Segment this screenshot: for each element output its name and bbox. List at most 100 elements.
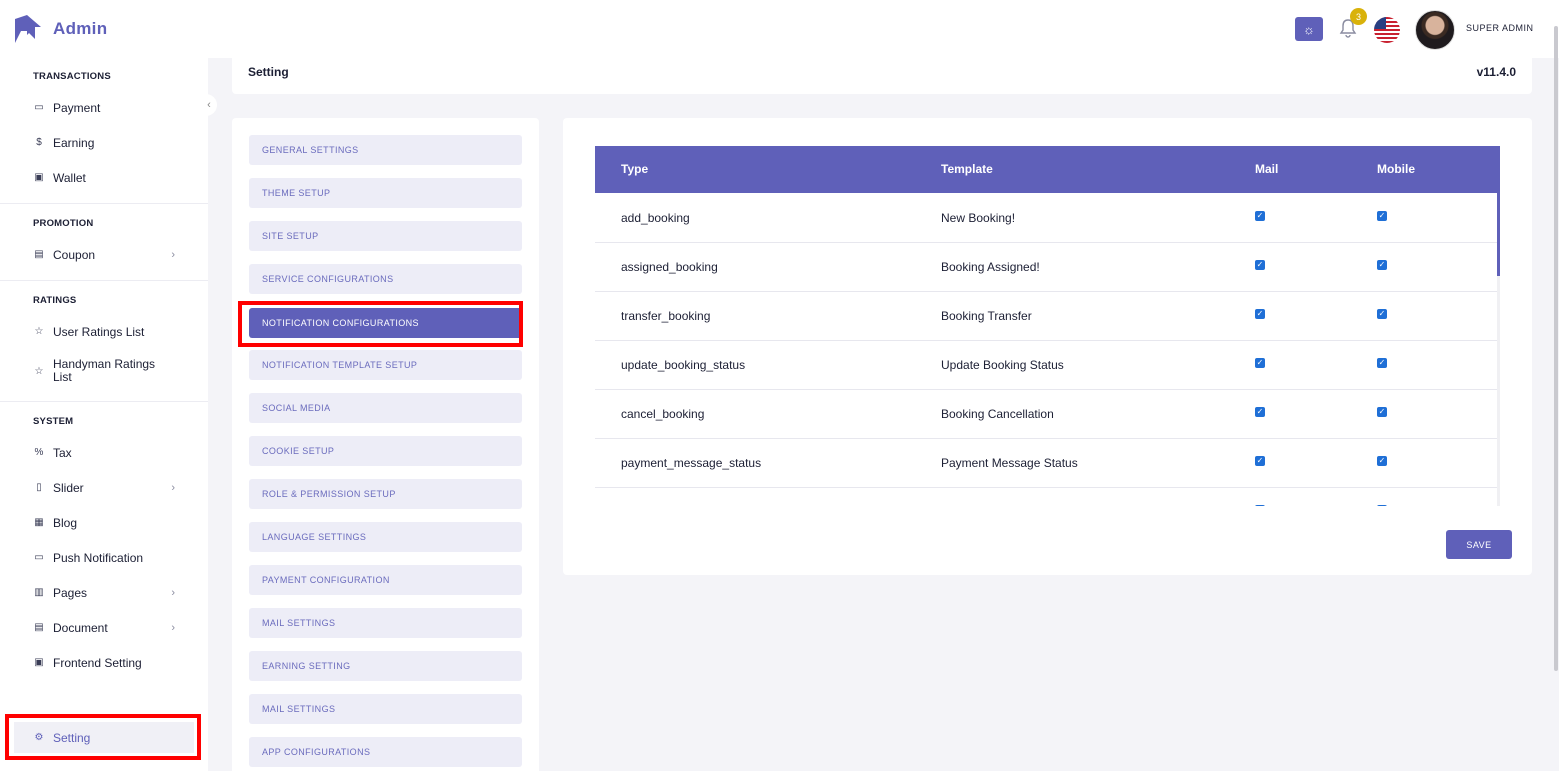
sidebar-item-label: Pages	[53, 585, 88, 600]
user-name[interactable]: SUPER ADMIN	[1466, 23, 1534, 33]
settings-menu-item[interactable]: EARNING SETTING	[249, 651, 522, 681]
type-cell: cancel_booking	[621, 407, 705, 421]
section-title: RATINGS	[33, 295, 77, 306]
notification-icon: ▭	[34, 552, 44, 563]
sidebar-item-push-notification[interactable]: ▭ Push Notification	[0, 540, 208, 575]
page-title: Setting	[248, 65, 289, 79]
sidebar-item-frontend-setting[interactable]: ▣ Frontend Setting	[0, 645, 208, 680]
scrollbar-thumb[interactable]	[1497, 146, 1500, 276]
mobile-checkbox[interactable]: ✓	[1377, 260, 1387, 270]
sidebar-item-label: Frontend Setting	[53, 655, 142, 670]
sidebar-collapse-button[interactable]: ‹	[201, 94, 217, 116]
settings-menu-item[interactable]: NOTIFICATION TEMPLATE SETUP	[249, 350, 522, 380]
settings-menu-item[interactable]: ROLE & PERMISSION SETUP	[249, 479, 522, 509]
sidebar-item-label: Earning	[53, 135, 95, 150]
breadcrumb: Setting v11.4.0	[232, 58, 1532, 94]
table-row-partial: ✓ ✓	[595, 488, 1497, 506]
sidebar-item-blog[interactable]: ▦ Blog	[0, 505, 208, 540]
flag-canton	[1374, 17, 1386, 29]
template-cell: Booking Cancellation	[941, 407, 1054, 421]
settings-menu-item[interactable]: GENERAL SETTINGS	[249, 135, 522, 165]
notification-table[interactable]: Type Template Mail Mobile add_booking Ne…	[595, 146, 1500, 506]
nav-section-system: SYSTEM % Tax ▯ Slider › ▦ Blog ▭ Push No…	[0, 401, 208, 688]
table-scrollbar[interactable]	[1497, 146, 1500, 506]
mobile-checkbox[interactable]: ✓	[1377, 505, 1387, 506]
dollar-icon: $	[36, 137, 42, 148]
star-icon: ☆	[34, 365, 44, 377]
sidebar-item-tax[interactable]: % Tax	[0, 435, 208, 470]
mail-checkbox[interactable]: ✓	[1255, 505, 1265, 506]
pages-icon: ▥	[34, 587, 44, 598]
sidebar-item-earning[interactable]: $ Earning	[0, 125, 208, 160]
mobile-checkbox[interactable]: ✓	[1377, 456, 1387, 466]
version-label: v11.4.0	[1476, 65, 1516, 79]
brand[interactable]: Admin	[0, 0, 208, 58]
mail-checkbox[interactable]: ✓	[1255, 407, 1265, 417]
type-cell: assigned_booking	[621, 260, 718, 274]
table-row: transfer_booking Booking Transfer ✓ ✓	[595, 292, 1497, 341]
sidebar-item-label: Tax	[53, 445, 72, 460]
mail-checkbox[interactable]: ✓	[1255, 211, 1265, 221]
nav-section-promotion: PROMOTION ▤ Coupon ›	[0, 203, 208, 280]
type-cell: add_booking	[621, 211, 690, 225]
notification-count-badge: 3	[1350, 8, 1367, 25]
highlight-box	[238, 301, 523, 347]
sidebar-item-pages[interactable]: ▥ Pages ›	[0, 575, 208, 610]
sidebar-item-slider[interactable]: ▯ Slider ›	[0, 470, 208, 505]
mobile-checkbox[interactable]: ✓	[1377, 211, 1387, 221]
star-icon: ☆	[34, 326, 44, 337]
column-header: Template	[941, 162, 993, 176]
section-title: TRANSACTIONS	[33, 71, 111, 82]
chevron-right-icon: ›	[171, 621, 175, 634]
sidebar: Admin TRANSACTIONS ▭ Payment $ Earning ▣…	[0, 0, 208, 771]
mail-checkbox[interactable]: ✓	[1255, 456, 1265, 466]
settings-menu-item[interactable]: SERVICE CONFIGURATIONS	[249, 264, 522, 294]
chevron-right-icon: ›	[171, 248, 175, 261]
sidebar-item-wallet[interactable]: ▣ Wallet	[0, 160, 208, 195]
theme-toggle-button[interactable]: ☼	[1295, 17, 1323, 41]
table-row: cancel_booking Booking Cancellation ✓ ✓	[595, 390, 1497, 439]
brand-title: Admin	[53, 19, 108, 38]
mail-checkbox[interactable]: ✓	[1255, 358, 1265, 368]
card-icon: ▭	[34, 102, 44, 113]
mail-checkbox[interactable]: ✓	[1255, 309, 1265, 319]
mobile-checkbox[interactable]: ✓	[1377, 407, 1387, 417]
notification-table-card: Type Template Mail Mobile add_booking Ne…	[563, 118, 1532, 575]
save-button[interactable]: SAVE	[1446, 530, 1512, 559]
sidebar-item-payment[interactable]: ▭ Payment	[0, 90, 208, 125]
settings-menu-item[interactable]: PAYMENT CONFIGURATION	[249, 565, 522, 595]
sidebar-item-label: Payment	[53, 100, 101, 115]
settings-menu-item[interactable]: APP CONFIGURATIONS	[249, 737, 522, 767]
sidebar-item-label: Push Notification	[53, 550, 144, 565]
settings-menu-item[interactable]: MAIL SETTINGS	[249, 608, 522, 638]
mobile-checkbox[interactable]: ✓	[1377, 309, 1387, 319]
sidebar-item-user-ratings[interactable]: ☆ User Ratings List	[0, 314, 208, 349]
table-row: update_booking_status Update Booking Sta…	[595, 341, 1497, 390]
settings-menu-item[interactable]: SOCIAL MEDIA	[249, 393, 522, 423]
page-scrollbar[interactable]	[1554, 26, 1558, 671]
column-header: Mail	[1255, 162, 1279, 176]
template-cell: New Booking!	[941, 211, 1016, 225]
settings-menu-item[interactable]: SITE SETUP	[249, 221, 522, 251]
settings-menu-item[interactable]: THEME SETUP	[249, 178, 522, 208]
sidebar-item-label: Handyman Ratings List	[53, 357, 156, 384]
table-row: add_booking New Booking! ✓ ✓	[595, 194, 1497, 243]
sidebar-item-coupon[interactable]: ▤ Coupon ›	[0, 237, 208, 272]
settings-menu-item[interactable]: MAIL SETTINGS	[249, 694, 522, 724]
sidebar-item-handyman-ratings[interactable]: ☆ Handyman Ratings List	[0, 349, 208, 393]
mobile-checkbox[interactable]: ✓	[1377, 358, 1387, 368]
template-cell: Booking Transfer	[941, 309, 1032, 323]
settings-menu-item[interactable]: COOKIE SETUP	[249, 436, 522, 466]
us-flag-icon[interactable]	[1374, 17, 1400, 43]
sun-icon: ☼	[1303, 21, 1315, 37]
sidebar-item-label: User Ratings List	[53, 324, 145, 339]
mail-checkbox[interactable]: ✓	[1255, 260, 1265, 270]
logo-icon	[15, 15, 41, 43]
topbar: ☼ 3 SUPER ADMIN	[208, 0, 1559, 58]
avatar[interactable]	[1415, 10, 1455, 50]
settings-menu-item[interactable]: LANGUAGE SETTINGS	[249, 522, 522, 552]
sidebar-item-document[interactable]: ▤ Document ›	[0, 610, 208, 645]
chevron-right-icon: ›	[171, 586, 175, 599]
type-cell: transfer_booking	[621, 309, 711, 323]
chevron-right-icon: ›	[171, 481, 175, 494]
